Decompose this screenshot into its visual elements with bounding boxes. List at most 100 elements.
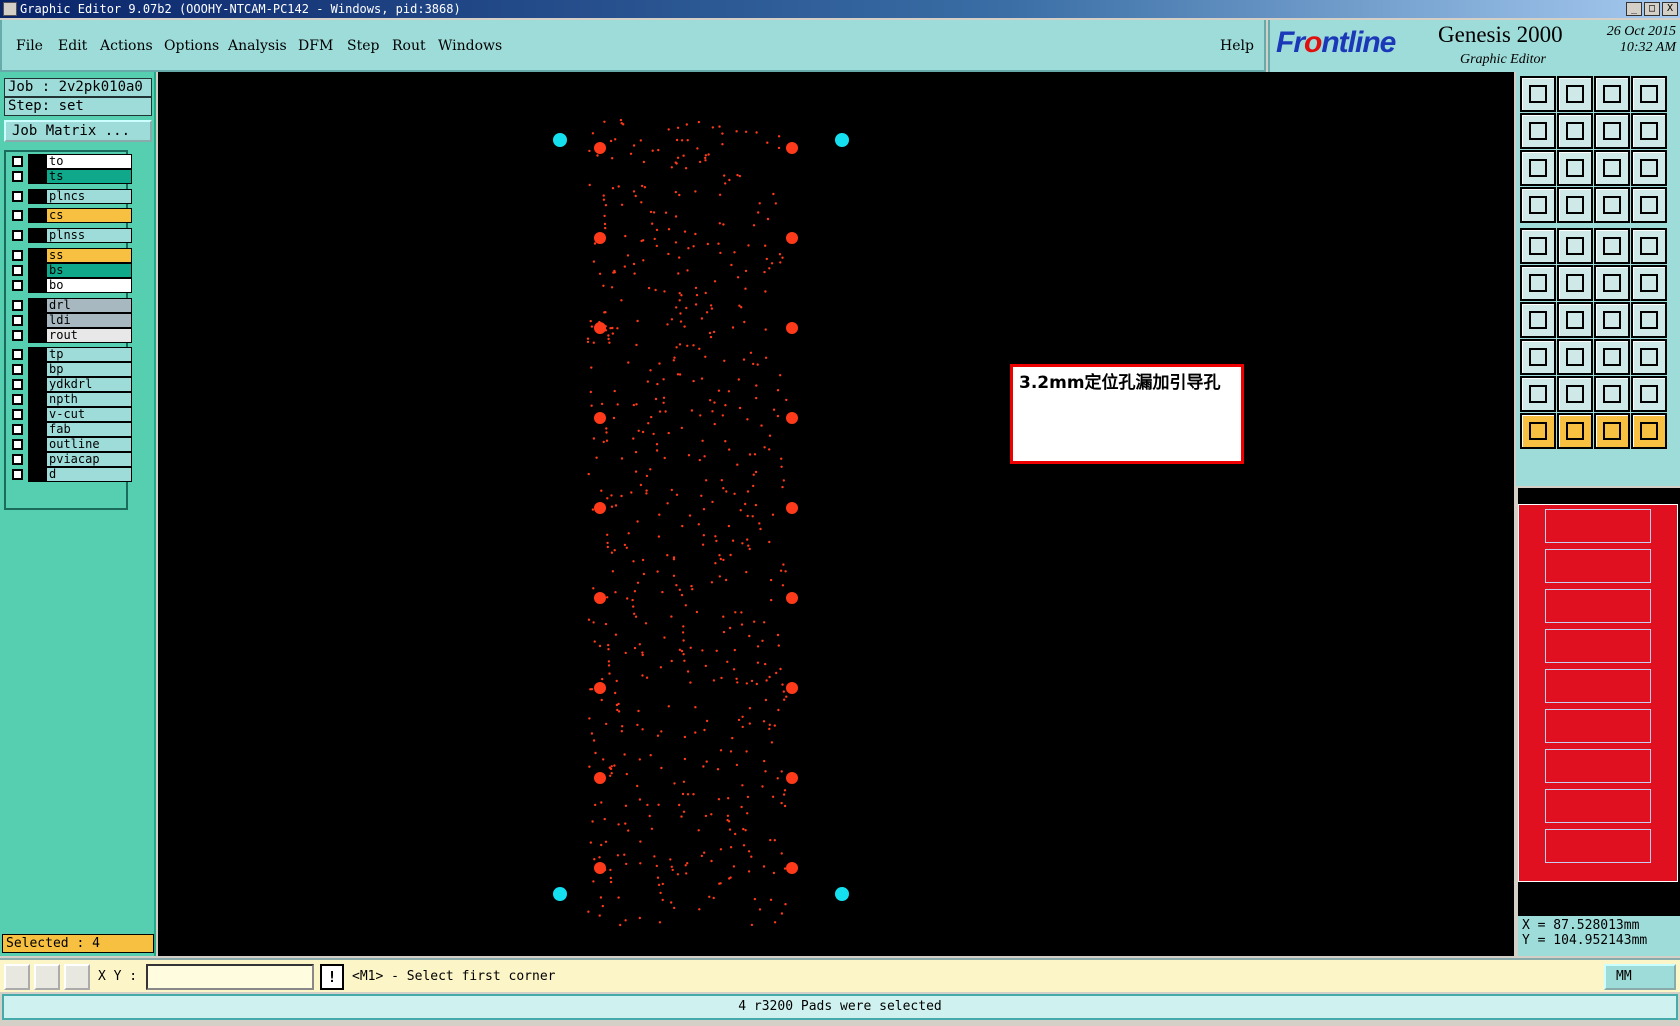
via-dot[interactable]	[666, 502, 669, 505]
route-b-icon[interactable]	[1631, 265, 1667, 301]
via-dot[interactable]	[728, 178, 731, 182]
ruler-icon[interactable]	[1594, 228, 1630, 264]
tooling-hole[interactable]	[553, 133, 567, 147]
fiducial-pad[interactable]	[594, 682, 606, 694]
via-dot[interactable]	[667, 705, 670, 708]
via-dot[interactable]	[712, 896, 715, 900]
via-dot[interactable]	[722, 558, 725, 562]
via-dot[interactable]	[785, 695, 788, 698]
via-dot[interactable]	[630, 491, 633, 494]
layer-row-bo[interactable]: bo	[12, 278, 132, 293]
via-dot[interactable]	[594, 751, 597, 755]
via-dot[interactable]	[763, 621, 766, 624]
via-dot[interactable]	[701, 649, 704, 652]
via-dot[interactable]	[746, 418, 749, 421]
via-dot[interactable]	[645, 489, 648, 492]
via-dot[interactable]	[698, 908, 701, 911]
menu-help[interactable]: Help	[1220, 38, 1254, 54]
via-dot[interactable]	[598, 856, 601, 859]
via-dot[interactable]	[704, 814, 708, 818]
via-dot[interactable]	[600, 843, 603, 847]
snapshot-icon[interactable]	[1520, 228, 1556, 264]
via-dot[interactable]	[613, 549, 616, 552]
via-dot[interactable]	[657, 803, 660, 806]
via-dot[interactable]	[645, 492, 648, 495]
fiducial-pad[interactable]	[786, 772, 798, 784]
menu-analysis[interactable]: Analysis	[228, 38, 287, 54]
via-dot[interactable]	[611, 332, 614, 335]
via-dot[interactable]	[676, 156, 680, 159]
layer-checkbox[interactable]	[12, 379, 23, 390]
via-dot[interactable]	[778, 253, 782, 256]
via-dot[interactable]	[783, 867, 787, 870]
fiducial-pad[interactable]	[786, 412, 798, 424]
via-dot[interactable]	[632, 560, 635, 563]
via-dot[interactable]	[649, 369, 652, 372]
via-dot[interactable]	[761, 639, 764, 642]
via-dot[interactable]	[747, 244, 750, 247]
via-dot[interactable]	[719, 882, 722, 885]
via-dot[interactable]	[663, 456, 666, 460]
via-dot[interactable]	[682, 780, 686, 783]
via-dot[interactable]	[744, 269, 748, 273]
via-dot[interactable]	[613, 764, 616, 767]
via-dot[interactable]	[605, 431, 608, 434]
via-dot[interactable]	[609, 880, 613, 884]
via-dot[interactable]	[657, 883, 661, 887]
via-dot[interactable]	[750, 855, 753, 858]
via-dot[interactable]	[642, 259, 645, 262]
via-dot[interactable]	[632, 262, 636, 266]
fiducial-pad[interactable]	[594, 412, 606, 424]
arc-d-icon[interactable]	[1631, 376, 1667, 412]
via-dot[interactable]	[670, 488, 673, 492]
via-dot[interactable]	[609, 767, 613, 771]
via-dot[interactable]	[625, 546, 628, 549]
via-dot[interactable]	[623, 753, 626, 756]
via-dot[interactable]	[771, 795, 775, 798]
via-dot[interactable]	[711, 410, 714, 413]
via-dot[interactable]	[641, 430, 645, 434]
via-dot[interactable]	[779, 261, 782, 264]
via-dot[interactable]	[655, 443, 659, 446]
via-dot[interactable]	[718, 193, 722, 196]
via-dot[interactable]	[674, 161, 677, 164]
via-dot[interactable]	[623, 265, 626, 268]
via-dot[interactable]	[604, 840, 608, 843]
via-dot[interactable]	[722, 223, 725, 226]
via-dot[interactable]	[663, 636, 666, 639]
via-dot[interactable]	[704, 156, 707, 160]
via-dot[interactable]	[662, 378, 665, 381]
via-dot[interactable]	[589, 390, 592, 394]
slant-icon[interactable]	[1557, 302, 1593, 338]
via-dot[interactable]	[686, 793, 690, 796]
via-dot[interactable]	[656, 876, 660, 879]
fiducial-pad[interactable]	[786, 862, 798, 874]
via-dot[interactable]	[602, 440, 605, 444]
via-dot[interactable]	[620, 457, 624, 460]
via-dot[interactable]	[683, 325, 686, 328]
via-dot[interactable]	[736, 681, 739, 684]
via-dot[interactable]	[603, 222, 607, 226]
via-dot[interactable]	[599, 896, 603, 899]
layer-a-icon[interactable]	[1594, 187, 1630, 223]
via-dot[interactable]	[685, 306, 688, 310]
via-dot[interactable]	[643, 186, 647, 189]
via-dot[interactable]	[657, 148, 660, 152]
via-dot[interactable]	[781, 485, 784, 489]
via-dot[interactable]	[603, 120, 606, 123]
via-dot[interactable]	[602, 758, 605, 761]
via-dot[interactable]	[754, 470, 758, 474]
via-dot[interactable]	[750, 923, 754, 927]
feature-icon[interactable]	[1557, 228, 1593, 264]
via-dot[interactable]	[682, 653, 685, 656]
layer-checkbox[interactable]	[12, 315, 23, 326]
via-dot[interactable]	[664, 410, 667, 413]
via-dot[interactable]	[692, 793, 695, 796]
via-dot[interactable]	[678, 588, 681, 591]
layer-checkbox[interactable]	[12, 469, 23, 480]
fiducial-pad[interactable]	[594, 142, 606, 154]
measure-icon[interactable]	[34, 964, 60, 990]
via-dot[interactable]	[770, 741, 774, 744]
via-dot[interactable]	[678, 343, 682, 346]
via-dot[interactable]	[637, 709, 640, 713]
